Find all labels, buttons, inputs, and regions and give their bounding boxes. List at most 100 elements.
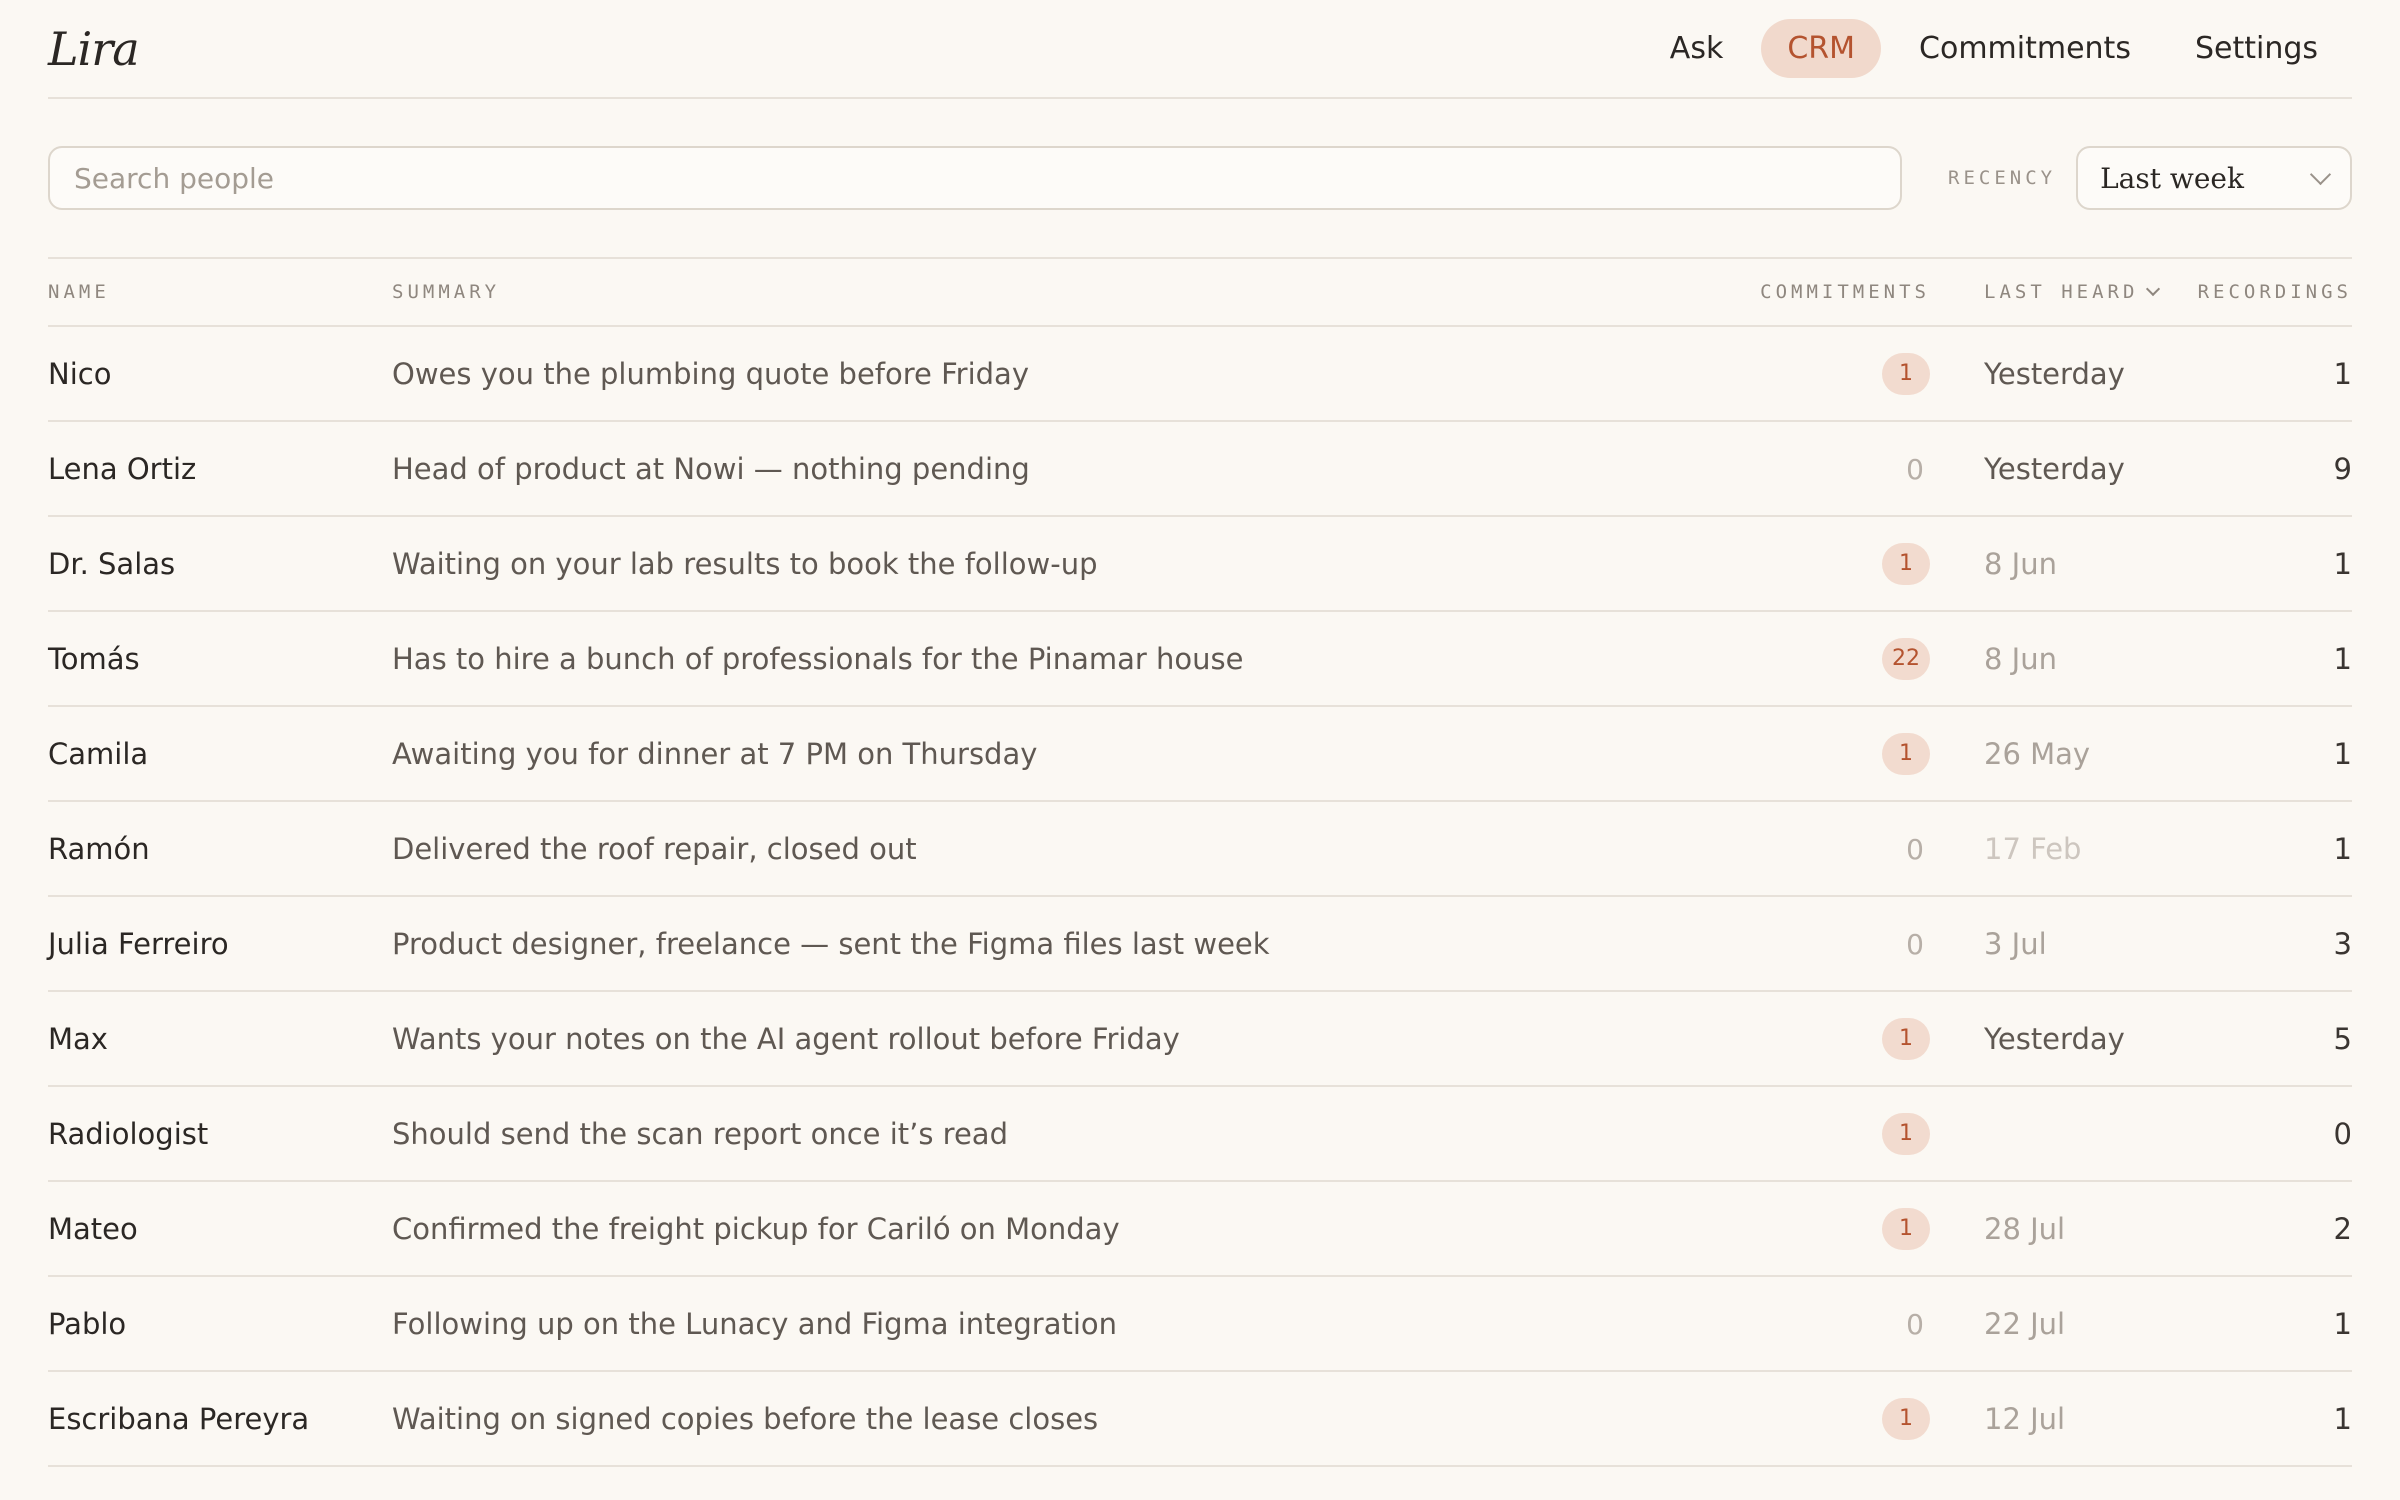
recordings-count: 1 [2333, 736, 2352, 771]
search-people-input[interactable] [48, 146, 1902, 210]
recency-label: RECENCY [1948, 167, 2057, 189]
person-summary: Confirmed the freight pickup for Cariló … [392, 1211, 1120, 1246]
commitments-cell: 1 [1716, 542, 1930, 585]
app-logo[interactable]: Lira [48, 22, 140, 76]
person-name[interactable]: Dr. Salas [48, 547, 392, 581]
last-heard: 8 Jun [1984, 641, 2057, 676]
last-heard: 17 Feb [1984, 831, 2082, 866]
table-row[interactable]: Julia Ferreiro Product designer, freelanc… [48, 897, 2352, 992]
table-row[interactable]: Escribana Pereyra Waiting on signed copie… [48, 1372, 2352, 1467]
recordings-count: 1 [2333, 1401, 2352, 1436]
header-commitments[interactable]: COMMITMENTS [1716, 281, 1930, 303]
person-name[interactable]: Max [48, 1022, 392, 1056]
last-heard: 26 May [1984, 736, 2091, 771]
commitments-badge[interactable]: 1 [1882, 542, 1930, 585]
commitments-cell: 0 [1716, 1307, 1930, 1341]
person-summary: Head of product at Nowi — nothing pendin… [392, 451, 1030, 486]
commitments-cell: 1 [1716, 1112, 1930, 1155]
person-name[interactable]: Ramón [48, 832, 392, 866]
commitments-badge[interactable]: 1 [1882, 1397, 1930, 1440]
commitments-badge[interactable]: 1 [1882, 1112, 1930, 1155]
table-row[interactable]: Max Wants your notes on the AI agent roll… [48, 992, 2352, 1087]
table-row[interactable]: Lena Ortiz Head of product at Nowi — noth… [48, 422, 2352, 517]
chevron-down-icon [2309, 163, 2332, 185]
header-summary: SUMMARY [392, 281, 501, 303]
person-summary: Product designer, freelance — sent the F… [392, 926, 1270, 961]
last-heard: Yesterday [1984, 451, 2125, 486]
person-summary: Should send the scan report once it’s re… [392, 1116, 1008, 1151]
recordings-count: 0 [2333, 1116, 2352, 1151]
person-name[interactable]: Escribana Pereyra [48, 1402, 392, 1436]
table-header: NAME SUMMARY COMMITMENTS LAST HEARD RECO… [48, 259, 2352, 327]
table-row[interactable]: Camila Awaiting you for dinner at 7 PM on… [48, 707, 2352, 802]
commitments-badge[interactable]: 1 [1882, 1207, 1930, 1250]
person-name[interactable]: Lena Ortiz [48, 452, 392, 486]
last-heard: 22 Jul [1984, 1306, 2066, 1341]
top-bar: Lira Ask CRM Commitments Settings [48, 0, 2352, 99]
person-summary: Has to hire a bunch of professionals for… [392, 641, 1244, 676]
table-row[interactable]: Dr. Salas Waiting on your lab results to … [48, 517, 2352, 612]
person-summary: Delivered the roof repair, closed out [392, 831, 917, 866]
person-name[interactable]: Julia Ferreiro [48, 927, 392, 961]
table-row[interactable]: Radiologist Should send the scan report o… [48, 1087, 2352, 1182]
person-name[interactable]: Radiologist [48, 1117, 392, 1151]
last-heard: Yesterday [1984, 356, 2125, 391]
commitments-cell: 0 [1716, 452, 1930, 486]
commitments-cell: 0 [1716, 832, 1930, 866]
commitments-count: 0 [1906, 1307, 1924, 1341]
nav-settings[interactable]: Settings [2169, 19, 2344, 78]
recordings-count: 1 [2333, 1306, 2352, 1341]
recordings-count: 3 [2333, 926, 2352, 961]
recency-select[interactable]: Last week [2076, 146, 2352, 210]
table-row[interactable]: Tomás Has to hire a bunch of professional… [48, 612, 2352, 707]
commitments-cell: 1 [1716, 352, 1930, 395]
commitments-badge[interactable]: 22 [1882, 637, 1930, 680]
person-summary: Owes you the plumbing quote before Frida… [392, 356, 1029, 391]
person-name[interactable]: Camila [48, 737, 392, 771]
header-recordings[interactable]: RECORDINGS [2180, 281, 2352, 303]
commitments-cell: 0 [1716, 927, 1930, 961]
recordings-count: 1 [2333, 641, 2352, 676]
person-summary: Waiting on signed copies before the leas… [392, 1401, 1099, 1436]
nav-ask[interactable]: Ask [1644, 19, 1750, 78]
commitments-cell: 1 [1716, 1207, 1930, 1250]
header-last-heard[interactable]: LAST HEARD [1930, 281, 2180, 303]
recordings-count: 1 [2333, 831, 2352, 866]
table-body: Nico Owes you the plumbing quote before F… [48, 327, 2352, 1467]
commitments-cell: 22 [1716, 637, 1930, 680]
table-row[interactable]: Mateo Confirmed the freight pickup for Ca… [48, 1182, 2352, 1277]
person-summary: Awaiting you for dinner at 7 PM on Thurs… [392, 736, 1038, 771]
person-name[interactable]: Pablo [48, 1307, 392, 1341]
recordings-count: 2 [2333, 1211, 2352, 1246]
table-row[interactable]: Ramón Delivered the roof repair, closed o… [48, 802, 2352, 897]
person-summary: Wants your notes on the AI agent rollout… [392, 1021, 1180, 1056]
commitments-badge[interactable]: 1 [1882, 1017, 1930, 1060]
commitments-cell: 1 [1716, 1017, 1930, 1060]
recordings-count: 1 [2333, 356, 2352, 391]
recency-selected-value: Last week [2100, 161, 2244, 195]
commitments-badge[interactable]: 1 [1882, 352, 1930, 395]
table-row[interactable]: Nico Owes you the plumbing quote before F… [48, 327, 2352, 422]
last-heard: 28 Jul [1984, 1211, 2066, 1246]
header-last-heard-label: LAST HEARD [1984, 281, 2139, 303]
person-name[interactable]: Tomás [48, 642, 392, 676]
filter-bar: RECENCY Last week [48, 99, 2352, 259]
person-name[interactable]: Mateo [48, 1212, 392, 1246]
last-heard: 12 Jul [1984, 1401, 2066, 1436]
nav-commitments[interactable]: Commitments [1893, 19, 2157, 78]
last-heard: Yesterday [1984, 1021, 2125, 1056]
nav-crm[interactable]: CRM [1761, 19, 1882, 78]
table-row[interactable]: Pablo Following up on the Lunacy and Figm… [48, 1277, 2352, 1372]
commitments-count: 0 [1906, 452, 1924, 486]
container: Lira Ask CRM Commitments Settings RECENC… [48, 0, 2352, 1467]
people-table: NAME SUMMARY COMMITMENTS LAST HEARD RECO… [48, 259, 2352, 1467]
person-name[interactable]: Nico [48, 357, 392, 391]
header-name[interactable]: NAME [48, 281, 392, 303]
commitments-badge[interactable]: 1 [1882, 732, 1930, 775]
last-heard: 3 Jul [1984, 926, 2047, 961]
commitments-count: 0 [1906, 927, 1924, 961]
commitments-cell: 1 [1716, 1397, 1930, 1440]
recordings-count: 5 [2333, 1021, 2352, 1056]
recordings-count: 1 [2333, 546, 2352, 581]
commitments-count: 0 [1906, 832, 1924, 866]
